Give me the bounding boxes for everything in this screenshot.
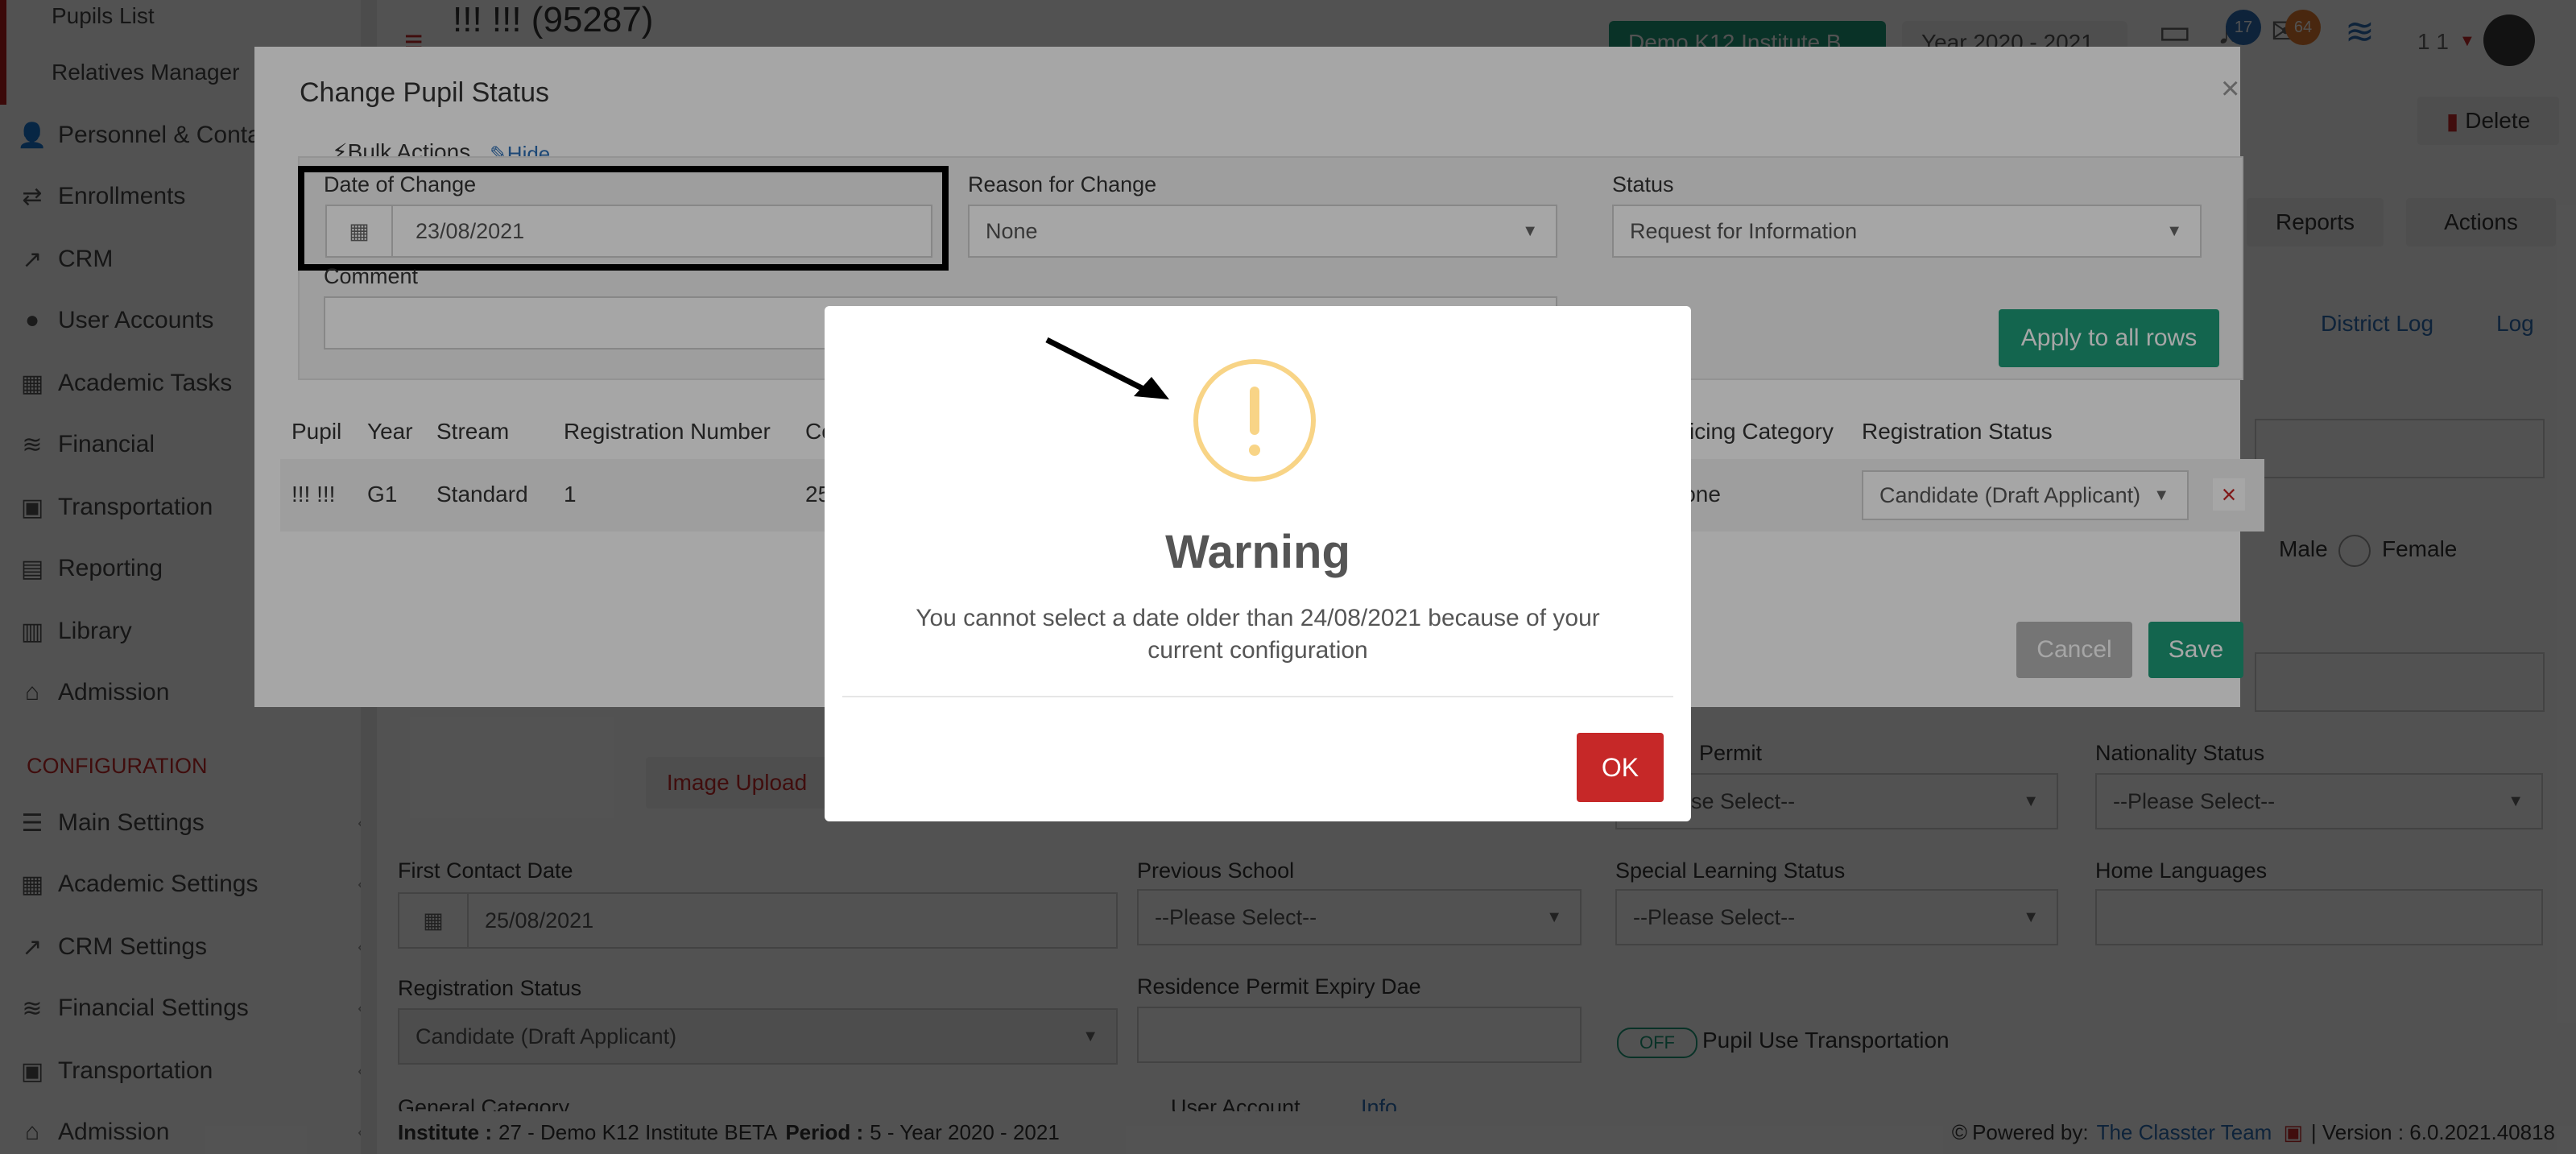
warning-exclamation-icon [1193,359,1316,482]
warning-divider [842,696,1673,697]
warning-message: You cannot select a date older than 24/0… [916,605,1600,664]
warning-title: Warning [1165,526,1350,578]
ok-button[interactable]: OK [1577,733,1664,802]
annotation-arrow-icon [1045,337,1169,399]
